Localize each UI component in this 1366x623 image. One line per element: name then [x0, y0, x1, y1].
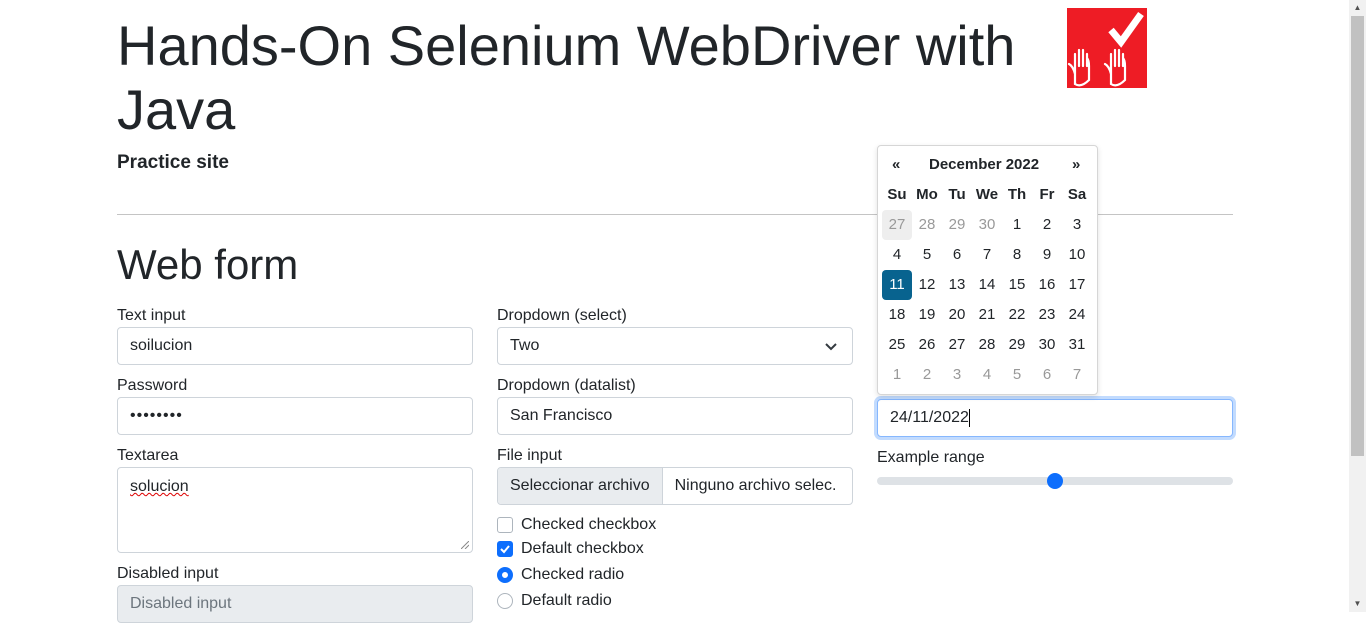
resize-handle-icon[interactable] — [461, 541, 469, 549]
datepicker-day[interactable]: 2 — [912, 360, 942, 390]
datepicker-day[interactable]: 25 — [882, 330, 912, 360]
dropdown-select-label: Dropdown (select) — [497, 307, 627, 324]
checked-radio-label: Checked radio — [521, 566, 625, 583]
scrollbar-thumb[interactable] — [1351, 16, 1364, 456]
text-input-label: Text input — [117, 307, 186, 324]
datepicker-day[interactable]: 18 — [882, 300, 912, 330]
datepicker-day[interactable]: 1 — [1002, 210, 1032, 240]
datepicker-day[interactable]: 21 — [972, 300, 1002, 330]
weekday-header: Th — [1007, 186, 1027, 203]
password-field[interactable]: •••••••• — [117, 397, 473, 435]
datepicker-day[interactable]: 5 — [1002, 360, 1032, 390]
dropdown-select[interactable]: Two — [497, 327, 853, 365]
chevron-down-icon — [825, 343, 837, 351]
datepicker-day[interactable]: 26 — [912, 330, 942, 360]
form-title: Web form — [117, 241, 299, 288]
datepicker-day[interactable]: 27 — [882, 210, 912, 240]
datepicker-day[interactable]: 16 — [1032, 270, 1062, 300]
datepicker-day[interactable]: 30 — [1032, 330, 1062, 360]
datepicker-day[interactable]: 17 — [1062, 270, 1092, 300]
datepicker-day[interactable]: 23 — [1032, 300, 1062, 330]
datepicker-day[interactable]: 9 — [1032, 240, 1062, 270]
datepicker-day[interactable]: 13 — [942, 270, 972, 300]
datepicker-day[interactable]: 3 — [942, 360, 972, 390]
date-input[interactable]: 24/11/2022 — [877, 399, 1233, 437]
datepicker-day[interactable]: 2 — [1032, 210, 1062, 240]
file-input-status: Ninguno archivo selec. — [674, 477, 837, 494]
datepicker-day[interactable]: 28 — [912, 210, 942, 240]
datepicker-day[interactable]: 19 — [912, 300, 942, 330]
weekday-header: Fr — [1039, 186, 1055, 203]
datepicker-day[interactable]: 14 — [972, 270, 1002, 300]
checked-radio[interactable] — [497, 567, 513, 583]
hands-check-logo-icon — [1067, 8, 1147, 88]
textarea[interactable]: solucion — [117, 467, 473, 553]
datepicker-day[interactable]: 22 — [1002, 300, 1032, 330]
datepicker-prev-button[interactable]: « — [892, 156, 900, 173]
disabled-input-label: Disabled input — [117, 565, 219, 582]
datepicker-day[interactable]: 30 — [972, 210, 1002, 240]
range-label: Example range — [877, 449, 985, 466]
disabled-input-placeholder: Disabled input — [130, 595, 232, 612]
weekday-header: Tu — [948, 186, 966, 203]
dropdown-datalist[interactable]: San Francisco — [497, 397, 853, 435]
scroll-up-icon[interactable]: ▲ — [1349, 0, 1366, 16]
datepicker-day[interactable]: 20 — [942, 300, 972, 330]
date-input-value: 24/11/2022 — [890, 409, 969, 426]
checked-checkbox-label: Checked checkbox — [521, 516, 657, 533]
scroll-down-icon[interactable]: ▼ — [1349, 596, 1366, 612]
file-input-label: File input — [497, 447, 562, 464]
weekday-header: Sa — [1067, 186, 1087, 203]
default-checkbox-label: Default checkbox — [521, 540, 644, 557]
datepicker-month-label[interactable]: December 2022 — [929, 156, 1039, 173]
dropdown-datalist-label: Dropdown (datalist) — [497, 377, 636, 394]
datepicker-day[interactable]: 1 — [882, 360, 912, 390]
datepicker-day[interactable]: 5 — [912, 240, 942, 270]
datepicker-day[interactable]: 3 — [1062, 210, 1092, 240]
text-input-value: soilucion — [130, 337, 193, 354]
datepicker-day[interactable]: 7 — [1062, 360, 1092, 390]
dropdown-select-value: Two — [510, 337, 540, 354]
checked-checkbox[interactable] — [497, 517, 513, 533]
datepicker-day[interactable]: 7 — [972, 240, 1002, 270]
datepicker-day[interactable]: 11 — [882, 270, 912, 300]
datepicker-day[interactable]: 10 — [1062, 240, 1092, 270]
datepicker-next-button[interactable]: » — [1072, 156, 1080, 173]
datepicker-day[interactable]: 8 — [1002, 240, 1032, 270]
default-radio[interactable] — [497, 593, 513, 609]
page-title: Hands-On Selenium WebDriver with Java — [117, 14, 1016, 141]
textarea-label: Textarea — [117, 447, 179, 464]
weekday-header: We — [975, 186, 999, 203]
weekday-header: Su — [887, 186, 907, 203]
password-label: Password — [117, 377, 188, 394]
datepicker-day[interactable]: 24 — [1062, 300, 1092, 330]
choose-file-button[interactable]: Seleccionar archivo — [498, 468, 663, 504]
default-checkbox[interactable] — [497, 541, 513, 557]
datepicker-day[interactable]: 31 — [1062, 330, 1092, 360]
datepicker-day[interactable]: 15 — [1002, 270, 1032, 300]
dropdown-datalist-value: San Francisco — [510, 407, 613, 424]
checkmark-icon — [500, 545, 510, 554]
datepicker-day[interactable]: 29 — [942, 210, 972, 240]
datepicker-day[interactable]: 27 — [942, 330, 972, 360]
range-thumb[interactable] — [1047, 473, 1063, 489]
datepicker-day[interactable]: 28 — [972, 330, 1002, 360]
disabled-input: Disabled input — [117, 585, 473, 623]
datepicker-day[interactable]: 6 — [1032, 360, 1062, 390]
datepicker-day[interactable]: 29 — [1002, 330, 1032, 360]
text-cursor — [968, 409, 970, 427]
textarea-value: solucion — [130, 478, 189, 495]
datepicker-day[interactable]: 4 — [972, 360, 1002, 390]
datepicker-day[interactable]: 6 — [942, 240, 972, 270]
datepicker: « December 2022 » Su Mo Tu We Th Fr Sa 27 28 29 30… — [877, 145, 1098, 395]
datepicker-day[interactable]: 4 — [882, 240, 912, 270]
default-radio-label: Default radio — [521, 592, 612, 609]
datepicker-day[interactable]: 12 — [912, 270, 942, 300]
page-subtitle: Practice site — [117, 152, 229, 173]
text-input[interactable]: soilucion — [117, 327, 473, 365]
file-input[interactable]: Seleccionar archivo Ninguno archivo sele… — [497, 467, 853, 505]
password-value: •••••••• — [130, 407, 183, 424]
weekday-header: Mo — [916, 186, 938, 203]
